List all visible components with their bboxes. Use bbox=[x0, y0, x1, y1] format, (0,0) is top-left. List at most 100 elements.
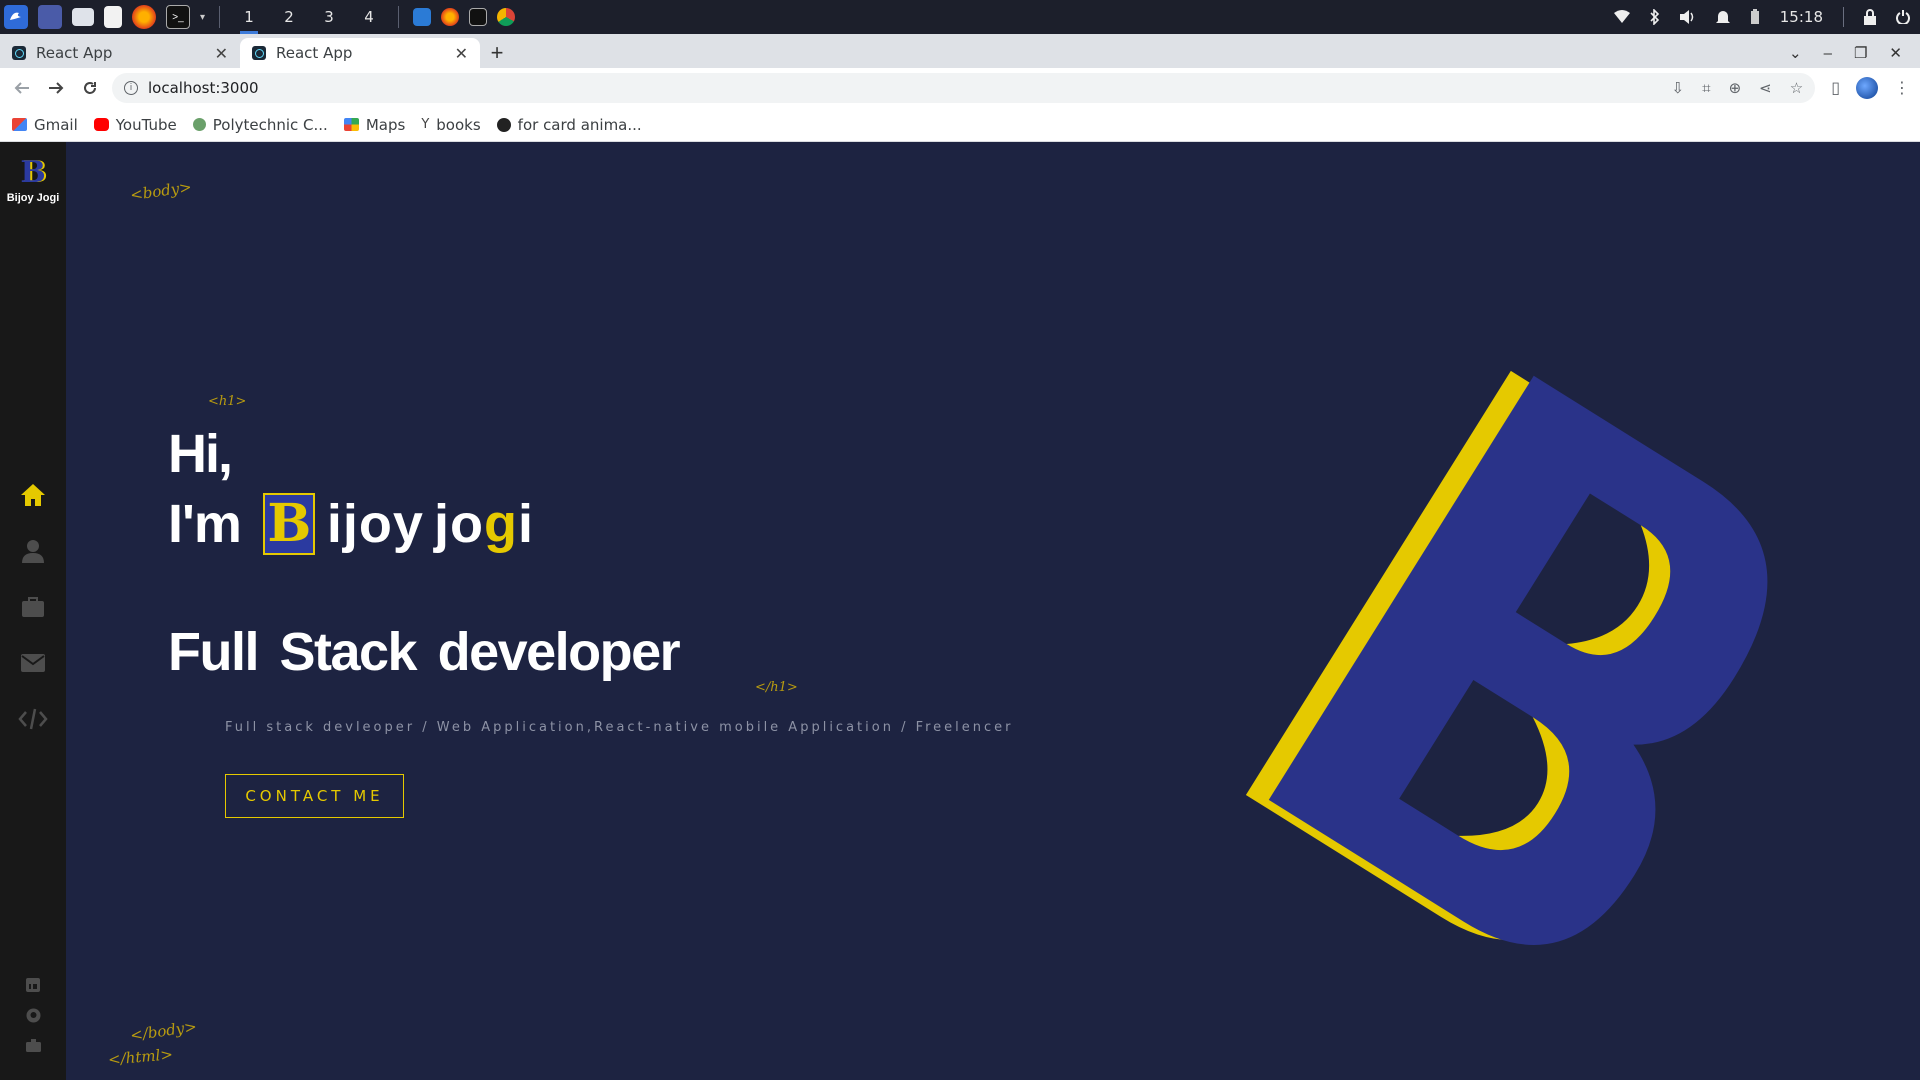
name-letter: i bbox=[326, 494, 343, 554]
mail-icon[interactable] bbox=[18, 648, 48, 678]
app-menu-icon[interactable] bbox=[4, 5, 28, 29]
code-icon[interactable] bbox=[18, 704, 48, 734]
hero-intro: I'm bbox=[168, 494, 242, 554]
url-text[interactable]: localhost:3000 bbox=[148, 79, 259, 97]
hero-role: Full Stack developer bbox=[168, 622, 681, 682]
text-editor-icon[interactable] bbox=[104, 6, 122, 28]
bookmark-gmail[interactable]: Gmail bbox=[12, 116, 78, 134]
name-letter: g bbox=[483, 494, 518, 554]
bookmark-youtube[interactable]: YouTube bbox=[93, 115, 177, 134]
big-b-logo-art bbox=[1245, 370, 1768, 945]
h1-close-tag: </h1> bbox=[755, 680, 798, 695]
workspace-1[interactable]: 1 bbox=[234, 0, 264, 34]
tab-search-chevron-icon[interactable]: ⌄ bbox=[1789, 44, 1802, 62]
address-bar[interactable]: i localhost:3000 ⇩ ⌗ ⊕ ⋖ ☆ bbox=[112, 73, 1816, 103]
bookmark-label: YouTube bbox=[115, 115, 177, 134]
user-icon[interactable] bbox=[18, 536, 48, 566]
social-links bbox=[25, 978, 41, 1052]
restore-icon[interactable]: ❐ bbox=[1854, 44, 1867, 62]
desktop-icon[interactable] bbox=[38, 5, 62, 29]
bookmark-label: Polytechnic C... bbox=[212, 115, 328, 134]
bookmark-label: for card anima... bbox=[517, 115, 642, 134]
wifi-icon[interactable] bbox=[1613, 10, 1630, 24]
body-close-tag: </body> bbox=[129, 1017, 198, 1045]
zoom-icon[interactable]: ⊕ bbox=[1729, 79, 1742, 97]
close-tab-icon[interactable]: ✕ bbox=[455, 44, 468, 63]
name-letter: j bbox=[433, 494, 450, 554]
code-editor-icon[interactable] bbox=[413, 8, 432, 26]
linkedin-icon[interactable] bbox=[26, 978, 40, 992]
install-app-icon[interactable]: ⇩ bbox=[1672, 79, 1685, 97]
file-manager-icon[interactable] bbox=[72, 8, 94, 26]
portfolio-icon[interactable] bbox=[25, 1039, 41, 1052]
power-icon[interactable] bbox=[1896, 10, 1910, 24]
forward-icon[interactable] bbox=[44, 76, 68, 100]
volume-icon[interactable] bbox=[1679, 10, 1696, 24]
react-favicon-icon bbox=[12, 46, 26, 60]
reload-icon[interactable] bbox=[78, 76, 102, 100]
hero-heading: Hi, I'm B ijoy jogi Full Stack developer bbox=[168, 420, 681, 684]
browser-tab[interactable]: React App ✕ bbox=[0, 38, 240, 68]
name-letter: y bbox=[392, 494, 424, 554]
battery-icon[interactable] bbox=[1750, 9, 1760, 25]
bookmark-label: books bbox=[436, 115, 481, 134]
bookmark-maps[interactable]: Maps bbox=[343, 115, 406, 134]
chevron-down-icon[interactable]: ▾ bbox=[200, 12, 205, 23]
new-tab-button[interactable]: + bbox=[480, 38, 514, 68]
body-open-tag: <body> bbox=[129, 177, 193, 205]
clock[interactable]: 15:18 bbox=[1780, 8, 1823, 26]
bookmark-star-icon[interactable]: ☆ bbox=[1790, 79, 1803, 97]
terminal-icon[interactable]: >_ bbox=[166, 5, 190, 29]
html-close-tag: </html> bbox=[107, 1045, 174, 1069]
browser-toolbar: i localhost:3000 ⇩ ⌗ ⊕ ⋖ ☆ ▯ ⋮ bbox=[0, 68, 1920, 108]
hero-greeting: Hi, bbox=[168, 424, 233, 484]
bookmark-books[interactable]: Y books bbox=[421, 116, 480, 134]
close-window-icon[interactable]: ✕ bbox=[1889, 44, 1902, 62]
bookmark-card-animation[interactable]: for card anima... bbox=[496, 115, 642, 134]
notification-bell-icon[interactable] bbox=[1715, 9, 1730, 25]
chrome-icon[interactable] bbox=[497, 8, 516, 26]
github-icon[interactable] bbox=[26, 1008, 41, 1023]
hero-subtitle: Full stack devleoper / Web Application,R… bbox=[225, 720, 1014, 735]
browser-tab-active[interactable]: React App ✕ bbox=[240, 38, 480, 68]
name-letter: j bbox=[342, 494, 359, 554]
side-panel-icon[interactable]: ▯ bbox=[1831, 78, 1840, 98]
hero-name-line: I'm B ijoy jogi bbox=[168, 488, 679, 560]
bookmark-label: Gmail bbox=[34, 115, 78, 134]
back-icon[interactable] bbox=[10, 76, 34, 100]
terminal-running-icon[interactable] bbox=[469, 8, 488, 26]
bluetooth-icon[interactable] bbox=[1650, 9, 1660, 25]
home-icon[interactable] bbox=[18, 480, 48, 510]
lock-icon[interactable] bbox=[1864, 9, 1876, 25]
briefcase-icon[interactable] bbox=[18, 592, 48, 622]
profile-avatar[interactable] bbox=[1856, 77, 1878, 99]
translate-icon[interactable]: ⌗ bbox=[1702, 79, 1710, 97]
logo-name: Bijoy Jogi bbox=[6, 192, 60, 204]
minimize-icon[interactable]: – bbox=[1824, 45, 1832, 62]
share-icon[interactable]: ⋖ bbox=[1759, 79, 1772, 97]
page-content: B Bijoy Jogi <body> <h1> </h1> </body> <… bbox=[0, 142, 1920, 1080]
workspace-2[interactable]: 2 bbox=[274, 0, 304, 34]
sidebar-nav bbox=[18, 480, 48, 734]
firefox-icon[interactable] bbox=[132, 5, 156, 29]
h1-open-tag: <h1> bbox=[208, 394, 247, 409]
hero-name-letters: ijoy jogi bbox=[327, 488, 534, 560]
react-favicon-icon bbox=[252, 46, 266, 60]
polytechnic-icon bbox=[192, 118, 206, 131]
name-letter-space bbox=[424, 488, 434, 560]
books-icon: Y bbox=[421, 117, 430, 132]
name-letter: o bbox=[449, 494, 484, 554]
firefox-running-icon[interactable] bbox=[441, 8, 460, 26]
close-tab-icon[interactable]: ✕ bbox=[215, 44, 228, 63]
browser-tab-strip: React App ✕ React App ✕ + ⌄ – ❐ ✕ bbox=[0, 34, 1920, 68]
workspace-4[interactable]: 4 bbox=[354, 0, 384, 34]
tab-title: React App bbox=[36, 44, 113, 62]
sidebar: B Bijoy Jogi bbox=[0, 142, 66, 1080]
site-logo[interactable]: B bbox=[17, 155, 49, 190]
workspace-3[interactable]: 3 bbox=[314, 0, 344, 34]
bookmark-polytechnic[interactable]: Polytechnic C... bbox=[192, 115, 328, 134]
site-info-icon[interactable]: i bbox=[124, 81, 138, 95]
browser-menu-icon[interactable]: ⋮ bbox=[1894, 78, 1910, 98]
contact-me-button[interactable]: CONTACT ME bbox=[225, 774, 404, 818]
bookmark-label: Maps bbox=[365, 115, 406, 134]
